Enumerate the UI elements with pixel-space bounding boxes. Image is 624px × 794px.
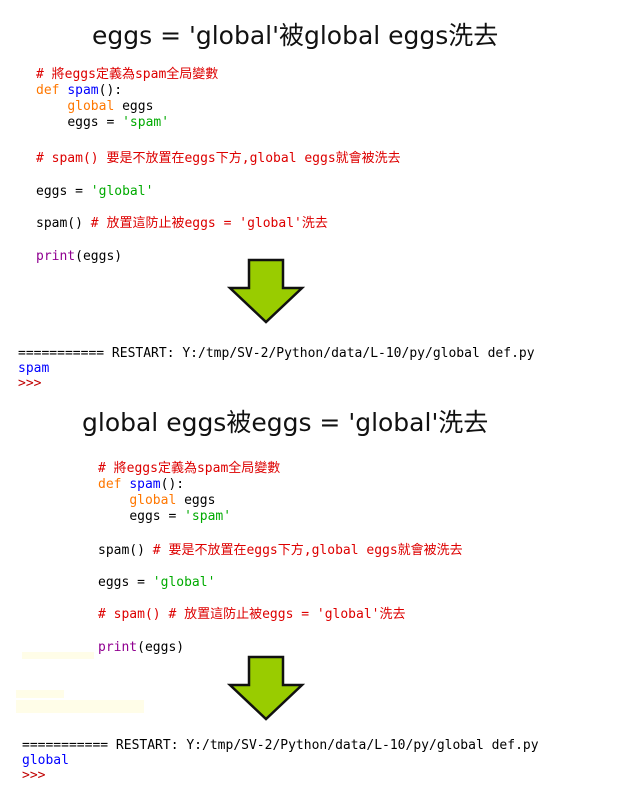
def-tail: ():	[98, 83, 123, 98]
section2-shell-output: =========== RESTART: Y:/tmp/SV-2/Python/…	[22, 738, 539, 783]
assign-string: 'spam'	[184, 509, 232, 524]
eggs-string: 'global'	[90, 184, 154, 199]
section2-comment3-line: # spam() # 放置這防止被eggs = 'global'洗去	[98, 607, 406, 623]
print-builtin: print	[98, 640, 138, 655]
eggs-lhs: eggs =	[98, 575, 153, 590]
section2-call-line: spam() # 要是不放置在eggs下方,global eggs就會被洗去	[98, 543, 463, 559]
global-variable: eggs	[176, 493, 216, 508]
program-output: spam	[18, 361, 50, 376]
def-keyword: def	[98, 477, 122, 492]
section2-code: # 將eggs定義為spam全局變數 def spam(): global eg…	[98, 461, 280, 525]
faint-highlight	[16, 690, 64, 698]
assign-lhs: eggs =	[67, 115, 123, 130]
section1-eggs-line: eggs = 'global'	[36, 184, 153, 200]
eggs-lhs: eggs =	[36, 184, 91, 199]
call-comment: # 放置這防止被eggs = 'global'洗去	[90, 216, 328, 231]
code-comment: # spam() 要是不放置在eggs下方,global eggs就會被洗去	[36, 151, 401, 166]
def-tail: ():	[160, 477, 185, 492]
code-comment: # spam() # 放置這防止被eggs = 'global'洗去	[98, 607, 406, 622]
function-name: spam	[67, 83, 99, 98]
shell-prompt: >>>	[22, 768, 46, 783]
global-keyword: global	[129, 493, 177, 508]
spam-call: spam()	[36, 216, 91, 231]
down-arrow-icon	[227, 655, 305, 721]
program-output: global	[22, 753, 69, 768]
eggs-string: 'global'	[152, 575, 216, 590]
global-keyword: global	[67, 99, 115, 114]
print-args: (eggs)	[75, 249, 123, 264]
faint-highlight	[16, 700, 144, 713]
section1-code: # 將eggs定義為spam全局變數 def spam(): global eg…	[36, 67, 218, 131]
print-builtin: print	[36, 249, 76, 264]
section2-eggs-line: eggs = 'global'	[98, 575, 215, 591]
restart-banner: =========== RESTART: Y:/tmp/SV-2/Python/…	[18, 346, 535, 361]
section1-call-line: spam() # 放置這防止被eggs = 'global'洗去	[36, 216, 328, 232]
section1-title: eggs = 'global'被global eggs洗去	[92, 21, 499, 50]
section1-shell-output: =========== RESTART: Y:/tmp/SV-2/Python/…	[18, 346, 535, 391]
restart-banner: =========== RESTART: Y:/tmp/SV-2/Python/…	[22, 738, 539, 753]
assign-string: 'spam'	[122, 115, 170, 130]
section2-print-line: print(eggs)	[98, 640, 184, 656]
code-comment: # 將eggs定義為spam全局變數	[36, 67, 219, 82]
function-name: spam	[129, 477, 161, 492]
shell-prompt: >>>	[18, 376, 42, 391]
def-keyword: def	[36, 83, 60, 98]
spam-call: spam()	[98, 543, 153, 558]
section1-print-line: print(eggs)	[36, 249, 122, 265]
print-args: (eggs)	[137, 640, 185, 655]
call-comment: # 要是不放置在eggs下方,global eggs就會被洗去	[152, 543, 463, 558]
code-comment: # 將eggs定義為spam全局變數	[98, 461, 281, 476]
assign-lhs: eggs =	[129, 509, 185, 524]
section1-comment2-line: # spam() 要是不放置在eggs下方,global eggs就會被洗去	[36, 151, 401, 167]
global-variable: eggs	[114, 99, 154, 114]
section2-title: global eggs被eggs = 'global'洗去	[82, 408, 489, 437]
down-arrow-icon	[227, 258, 305, 324]
faint-highlight	[22, 652, 94, 659]
